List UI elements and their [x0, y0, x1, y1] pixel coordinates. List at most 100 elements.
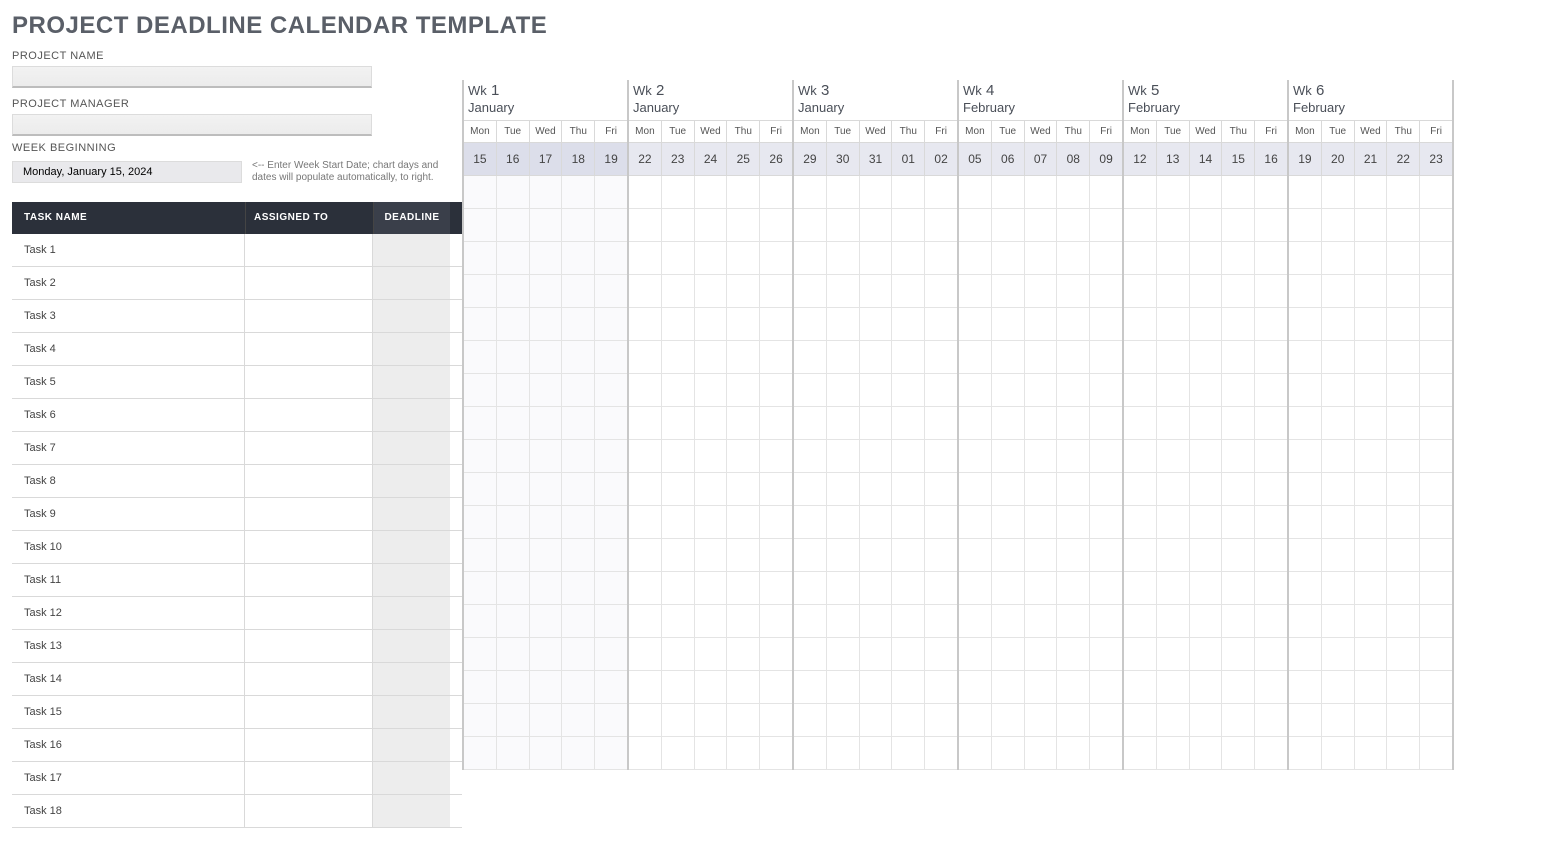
calendar-cell[interactable] — [530, 671, 563, 704]
calendar-cell[interactable] — [959, 473, 992, 506]
calendar-cell[interactable] — [1025, 605, 1058, 638]
calendar-cell[interactable] — [794, 374, 827, 407]
calendar-cell[interactable] — [1090, 209, 1122, 242]
calendar-cell[interactable] — [1355, 572, 1388, 605]
calendar-cell[interactable] — [925, 605, 957, 638]
calendar-cell[interactable] — [727, 737, 760, 770]
calendar-cell[interactable] — [1322, 176, 1355, 209]
calendar-cell[interactable] — [1057, 176, 1090, 209]
calendar-cell[interactable] — [1057, 605, 1090, 638]
calendar-cell[interactable] — [959, 671, 992, 704]
calendar-cell[interactable] — [1157, 572, 1190, 605]
calendar-cell[interactable] — [662, 308, 695, 341]
calendar-cell[interactable] — [595, 605, 627, 638]
calendar-cell[interactable] — [727, 341, 760, 374]
calendar-cell[interactable] — [925, 638, 957, 671]
calendar-cell[interactable] — [1255, 440, 1287, 473]
calendar-cell[interactable] — [562, 242, 595, 275]
calendar-cell[interactable] — [595, 539, 627, 572]
calendar-cell[interactable] — [1025, 308, 1058, 341]
calendar-cell[interactable] — [1190, 308, 1223, 341]
calendar-cell[interactable] — [1387, 473, 1420, 506]
calendar-cell[interactable] — [1057, 473, 1090, 506]
calendar-cell[interactable] — [1190, 539, 1223, 572]
calendar-cell[interactable] — [562, 473, 595, 506]
calendar-cell[interactable] — [1157, 440, 1190, 473]
calendar-cell[interactable] — [1255, 638, 1287, 671]
task-name-cell[interactable]: Task 7 — [12, 432, 245, 464]
calendar-cell[interactable] — [497, 473, 530, 506]
calendar-cell[interactable] — [595, 473, 627, 506]
calendar-cell[interactable] — [1190, 671, 1223, 704]
calendar-cell[interactable] — [1025, 407, 1058, 440]
calendar-cell[interactable] — [992, 440, 1025, 473]
task-name-cell[interactable]: Task 9 — [12, 498, 245, 530]
calendar-cell[interactable] — [727, 275, 760, 308]
calendar-cell[interactable] — [1387, 704, 1420, 737]
calendar-cell[interactable] — [1289, 539, 1322, 572]
calendar-cell[interactable] — [992, 572, 1025, 605]
calendar-cell[interactable] — [1355, 275, 1388, 308]
calendar-cell[interactable] — [464, 539, 497, 572]
calendar-cell[interactable] — [760, 308, 792, 341]
calendar-cell[interactable] — [629, 374, 662, 407]
calendar-cell[interactable] — [959, 572, 992, 605]
calendar-cell[interactable] — [662, 440, 695, 473]
calendar-cell[interactable] — [1222, 242, 1255, 275]
calendar-cell[interactable] — [1190, 209, 1223, 242]
calendar-cell[interactable] — [827, 572, 860, 605]
calendar-cell[interactable] — [562, 572, 595, 605]
task-name-cell[interactable]: Task 6 — [12, 399, 245, 431]
calendar-cell[interactable] — [1255, 407, 1287, 440]
calendar-cell[interactable] — [464, 308, 497, 341]
calendar-cell[interactable] — [992, 671, 1025, 704]
calendar-cell[interactable] — [695, 638, 728, 671]
deadline-cell[interactable] — [373, 630, 450, 662]
calendar-cell[interactable] — [497, 341, 530, 374]
calendar-cell[interactable] — [892, 407, 925, 440]
calendar-cell[interactable] — [1222, 176, 1255, 209]
calendar-cell[interactable] — [1289, 209, 1322, 242]
calendar-cell[interactable] — [1255, 605, 1287, 638]
calendar-cell[interactable] — [695, 374, 728, 407]
calendar-cell[interactable] — [827, 176, 860, 209]
calendar-cell[interactable] — [1387, 242, 1420, 275]
calendar-cell[interactable] — [1057, 737, 1090, 770]
calendar-cell[interactable] — [925, 440, 957, 473]
calendar-cell[interactable] — [794, 341, 827, 374]
calendar-cell[interactable] — [629, 539, 662, 572]
calendar-cell[interactable] — [1124, 176, 1157, 209]
calendar-cell[interactable] — [760, 605, 792, 638]
deadline-cell[interactable] — [373, 333, 450, 365]
calendar-cell[interactable] — [595, 440, 627, 473]
task-name-cell[interactable]: Task 4 — [12, 333, 245, 365]
deadline-cell[interactable] — [373, 531, 450, 563]
calendar-cell[interactable] — [1124, 572, 1157, 605]
calendar-cell[interactable] — [497, 440, 530, 473]
calendar-cell[interactable] — [530, 341, 563, 374]
calendar-cell[interactable] — [1124, 308, 1157, 341]
calendar-cell[interactable] — [562, 209, 595, 242]
calendar-cell[interactable] — [1255, 242, 1287, 275]
calendar-cell[interactable] — [695, 341, 728, 374]
calendar-cell[interactable] — [629, 704, 662, 737]
calendar-cell[interactable] — [695, 737, 728, 770]
calendar-cell[interactable] — [992, 506, 1025, 539]
calendar-cell[interactable] — [827, 407, 860, 440]
calendar-cell[interactable] — [595, 506, 627, 539]
calendar-cell[interactable] — [1420, 242, 1452, 275]
calendar-cell[interactable] — [1190, 473, 1223, 506]
calendar-cell[interactable] — [1387, 176, 1420, 209]
calendar-cell[interactable] — [1255, 737, 1287, 770]
calendar-cell[interactable] — [1057, 671, 1090, 704]
calendar-cell[interactable] — [1157, 704, 1190, 737]
calendar-cell[interactable] — [1420, 605, 1452, 638]
calendar-cell[interactable] — [992, 209, 1025, 242]
deadline-cell[interactable] — [373, 465, 450, 497]
calendar-cell[interactable] — [1255, 275, 1287, 308]
calendar-cell[interactable] — [1322, 473, 1355, 506]
calendar-cell[interactable] — [827, 341, 860, 374]
calendar-cell[interactable] — [595, 737, 627, 770]
calendar-cell[interactable] — [1322, 539, 1355, 572]
calendar-cell[interactable] — [1124, 671, 1157, 704]
